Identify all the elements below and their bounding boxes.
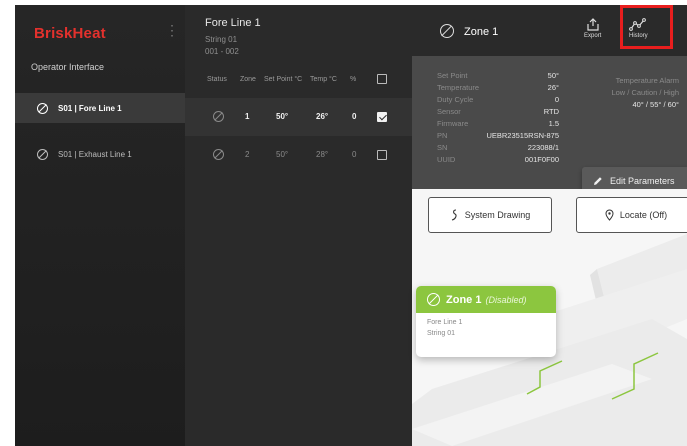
- firmware-label: Firmware: [437, 119, 469, 128]
- zone-card[interactable]: Zone 1 (Disabled) Fore Line 1 String 01: [416, 286, 556, 357]
- sensor-value: RTD: [543, 107, 559, 116]
- export-button[interactable]: Export: [584, 18, 601, 39]
- zone-range: 001 - 002: [205, 47, 239, 56]
- system-drawing-button[interactable]: System Drawing: [428, 197, 552, 233]
- zone-card-line: Fore Line 1: [427, 319, 463, 326]
- more-options-icon[interactable]: ⋮: [165, 23, 179, 37]
- zone-card-string: String 01: [427, 330, 456, 337]
- percent-value: 0: [352, 150, 357, 159]
- sn-value: 223088/1: [527, 143, 559, 152]
- temperature-label: Temperature: [437, 83, 480, 92]
- string-label: String 01: [205, 35, 238, 44]
- system-drawing-label: System Drawing: [464, 210, 531, 220]
- section-label: Operator Interface: [31, 62, 105, 72]
- sensor-label: Sensor: [437, 107, 461, 116]
- zone-card-header: Zone 1 (Disabled): [416, 286, 556, 313]
- temp-value: 28°: [316, 150, 329, 159]
- locate-label: Locate (Off): [619, 210, 668, 220]
- duty-label: Duty Cycle: [437, 95, 474, 104]
- uuid-label: UUID: [437, 155, 456, 164]
- export-icon: [587, 18, 599, 31]
- sidebar-item-label: S01 | Fore Line 1: [58, 103, 122, 113]
- pencil-icon: [594, 177, 602, 185]
- sidebar-item-fore-line[interactable]: S01 | Fore Line 1: [15, 93, 185, 123]
- location-pin-icon: [605, 209, 614, 221]
- zone-card-title: Zone 1: [446, 293, 482, 306]
- col-zone: Zone: [240, 76, 256, 83]
- pn-label: PN: [437, 131, 448, 140]
- temp-value: 26°: [316, 112, 329, 121]
- setpoint-value: 50°: [276, 112, 289, 121]
- setpoint-value: 50°: [276, 150, 289, 159]
- setpoint-label: Set Point: [437, 71, 468, 80]
- locate-button[interactable]: Locate (Off): [576, 197, 687, 233]
- zone-title: Zone 1: [464, 26, 499, 38]
- col-status: Status: [207, 76, 227, 83]
- sidebar-item-label: S01 | Exhaust Line 1: [58, 149, 132, 159]
- col-setpoint: Set Point °C: [264, 76, 303, 83]
- zone-number: 1: [245, 112, 250, 121]
- col-temp: Temp °C: [310, 76, 337, 83]
- setpoint-value: 50°: [547, 71, 559, 80]
- percent-value: 0: [352, 112, 357, 121]
- col-percent: %: [350, 76, 357, 83]
- alarm-levels: Low / Caution / High: [611, 88, 679, 97]
- history-highlight: [620, 5, 673, 49]
- disabled-icon: [37, 148, 48, 160]
- zone-number: 2: [245, 150, 250, 159]
- drawing-icon: [451, 209, 457, 221]
- disabled-icon: [213, 149, 224, 160]
- sidebar-item-exhaust-line[interactable]: S01 | Exhaust Line 1: [15, 139, 185, 169]
- row-checkbox[interactable]: [377, 112, 387, 122]
- pn-value: UEBR23515RSN-875: [486, 131, 559, 140]
- disabled-icon: [37, 102, 48, 114]
- alarm-title: Temperature Alarm: [615, 76, 679, 85]
- firmware-value: 1.5: [548, 119, 559, 128]
- table-row[interactable]: 2 50° 28° 0: [185, 136, 412, 174]
- disabled-icon: [213, 111, 224, 122]
- export-label: Export: [584, 33, 602, 39]
- zone-card-status: (Disabled): [485, 294, 527, 305]
- edit-parameters-label: Edit Parameters: [610, 176, 675, 186]
- disabled-icon: [427, 293, 440, 306]
- brand-logo: BriskHeat: [34, 25, 106, 42]
- alarm-values: 40° / 55° / 60°: [632, 100, 679, 109]
- line-title: Fore Line 1: [205, 17, 261, 29]
- sn-label: SN: [437, 143, 448, 152]
- sidebar: BriskHeat ⋮ Operator Interface S01 | For…: [15, 5, 185, 446]
- temperature-value: 26°: [547, 83, 559, 92]
- uuid-value: 001F0F00: [524, 155, 559, 164]
- duty-value: 0: [554, 95, 559, 104]
- select-all-checkbox[interactable]: [377, 74, 387, 84]
- disabled-icon: [440, 24, 454, 38]
- row-checkbox[interactable]: [377, 150, 387, 160]
- zone-list-panel: Fore Line 1 String 01 001 - 002 Status Z…: [185, 5, 412, 446]
- table-row[interactable]: 1 50° 26° 0: [185, 98, 412, 136]
